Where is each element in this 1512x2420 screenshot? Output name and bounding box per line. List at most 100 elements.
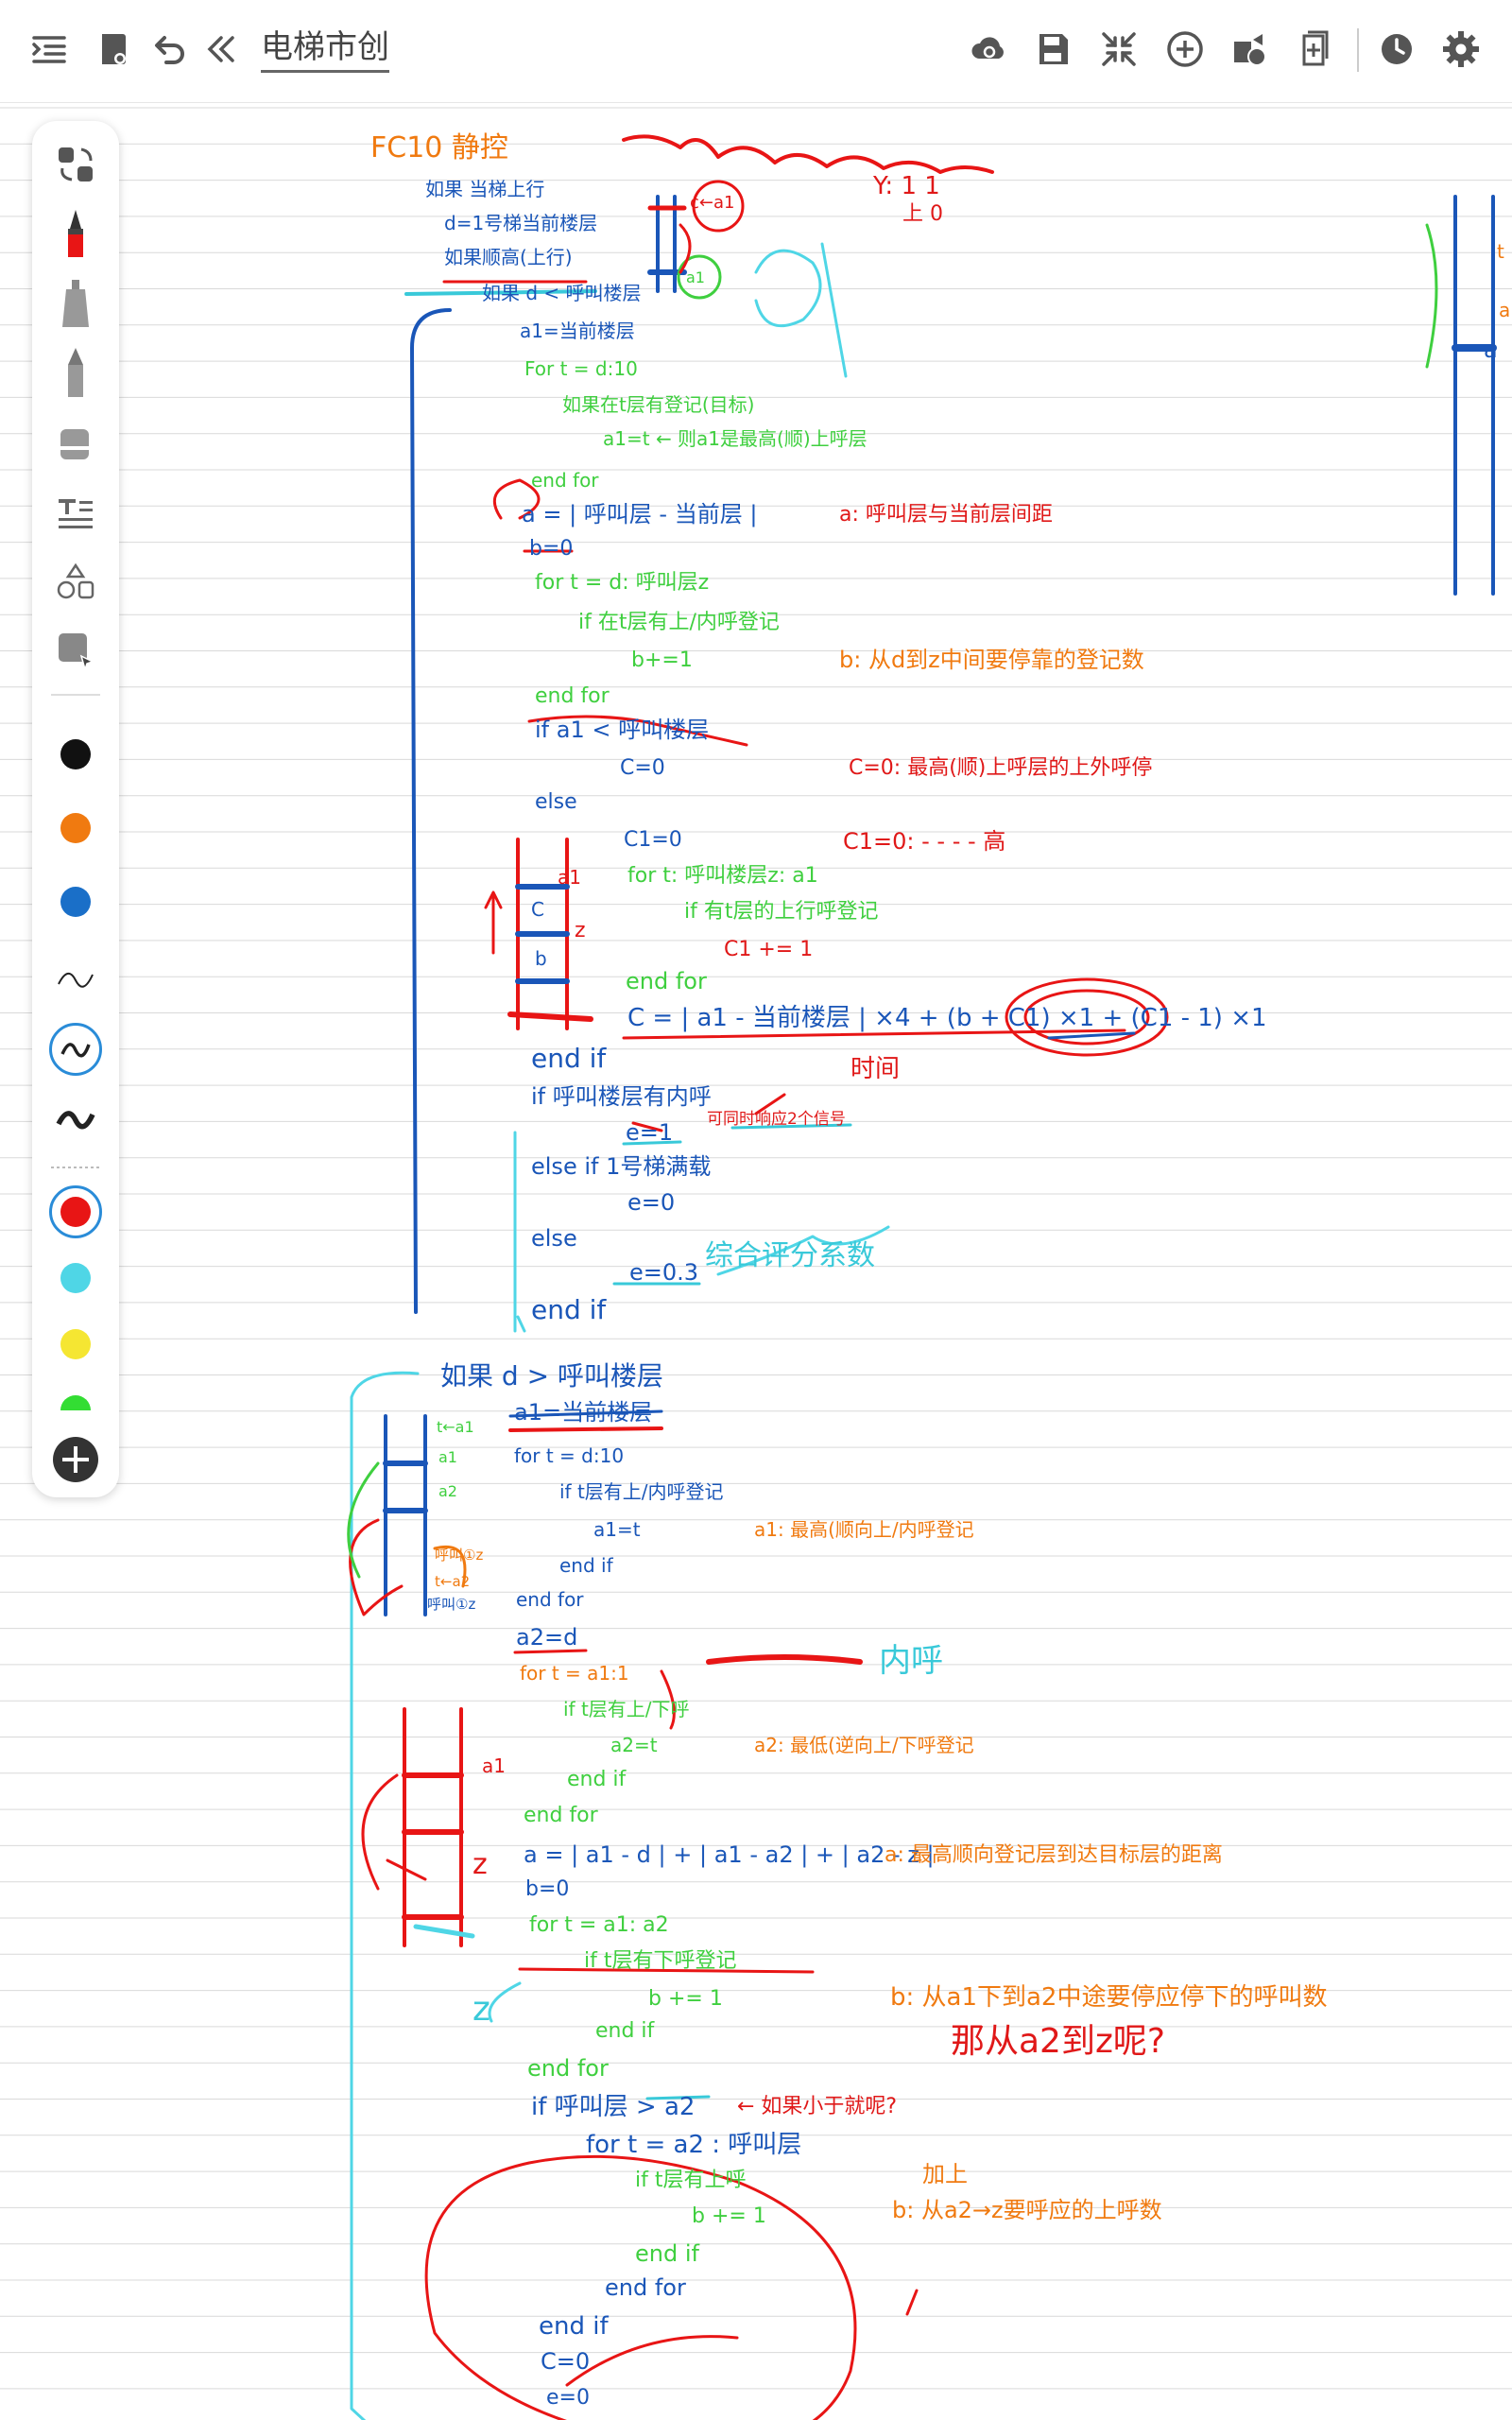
section-heading: FC10 静控	[370, 131, 508, 164]
pencil-icon[interactable]	[47, 346, 104, 403]
note-line: if t层有上/内呼登记	[559, 1480, 724, 1503]
diagram-label: a1	[438, 1448, 457, 1466]
note-line: 加上	[922, 2161, 968, 2187]
share-icon[interactable]	[1223, 23, 1276, 76]
note-line: if 有t层的上行呼登记	[684, 900, 879, 924]
color-orange[interactable]	[60, 813, 91, 843]
note-line: C1=0: - - - - 高	[843, 828, 1006, 855]
note-line: else	[531, 1225, 577, 1252]
color-green[interactable]	[60, 1395, 91, 1410]
note-line: if a1 < 呼叫楼层	[535, 717, 710, 743]
note-line: a2=d	[516, 1624, 578, 1651]
diagram-label: c←a1	[690, 193, 735, 213]
diagram-label: 呼叫①z	[427, 1596, 476, 1613]
text-icon[interactable]	[47, 486, 104, 543]
note-line: end if	[567, 1768, 627, 1791]
add-page-icon[interactable]	[1159, 23, 1211, 76]
note-line: end for	[524, 1804, 598, 1827]
note-line: for t = a1: a2	[529, 1913, 669, 1937]
note-line: if t层有上呼	[635, 2169, 747, 2192]
note-line: b+=1	[631, 648, 693, 672]
diagram-label: t←a1	[437, 1418, 474, 1436]
note-line: end for	[535, 684, 610, 708]
section-heading: 如果 d > 呼叫楼层	[440, 1360, 663, 1392]
export-icon[interactable]	[1289, 23, 1342, 76]
note-line: for t: 呼叫楼层z: a1	[627, 864, 818, 888]
note-line: end if	[531, 1043, 607, 1074]
note-line: end for	[626, 968, 707, 994]
note-line: a2: 最低(逆向上/下呼登记	[754, 1734, 974, 1756]
diagram-label: z	[472, 1848, 488, 1881]
history-icon[interactable]	[1370, 23, 1423, 76]
pen-size-thin-icon[interactable]	[47, 951, 104, 1008]
note-line: a = | 呼叫层 - 当前层 |	[522, 501, 758, 527]
note-line: 如果 d < 呼叫楼层	[482, 282, 642, 304]
diagram-label: z	[472, 1990, 490, 2029]
lasso-icon[interactable]	[47, 136, 104, 193]
pen-size-thick-icon[interactable]	[47, 1091, 104, 1148]
shapes-icon[interactable]	[47, 554, 104, 611]
color-blue[interactable]	[60, 887, 91, 917]
cloud-sync-icon[interactable]	[962, 23, 1015, 76]
note-line: 那从a2到z呢?	[951, 2022, 1165, 2061]
note-line: a1: 最高(顺向上/内呼登记	[754, 1518, 974, 1541]
note-line: 如果 当梯上行	[425, 178, 545, 200]
color-cyan[interactable]	[60, 1263, 91, 1293]
palette-divider	[51, 694, 100, 696]
diagram-label: a1	[558, 866, 581, 889]
sidebar-toggle-icon[interactable]	[23, 23, 76, 76]
note-line: end if	[595, 2019, 655, 2043]
diagram-label: 呼叫①z	[435, 1547, 484, 1564]
diagram-label: a	[1499, 299, 1511, 321]
color-red[interactable]	[60, 1197, 91, 1227]
pen-size-medium-icon[interactable]	[47, 1021, 104, 1078]
note-line: for t = a2 : 呼叫层	[586, 2131, 802, 2159]
diagram-label: t	[1497, 240, 1504, 263]
note-line: e=1	[626, 1119, 674, 1146]
title-scribble	[622, 134, 994, 174]
note-line: end if	[559, 1554, 613, 1577]
highlighter-icon[interactable]	[47, 276, 104, 333]
note-line: 如果在t层有登记(目标)	[562, 393, 755, 416]
note-line: 可同时响应2个信号	[707, 1110, 846, 1129]
note-line: C=0	[620, 756, 665, 780]
palette-divider	[51, 1167, 100, 1168]
note-line: for t = d:10	[514, 1444, 625, 1467]
settings-icon[interactable]	[1435, 23, 1487, 76]
note-line: e=0	[546, 2386, 590, 2410]
note-line: b=0	[525, 1877, 570, 1901]
note-line: end if	[539, 2312, 609, 2341]
note-line: end if	[531, 1294, 607, 1325]
diagram-label: C	[531, 898, 544, 921]
diagram-label: t←a2	[435, 1573, 471, 1590]
note-line: C1=0	[624, 828, 682, 852]
note-line: 综合评分系数	[705, 1239, 875, 1272]
note-line: Y: 1 1	[873, 172, 940, 200]
select-icon[interactable]	[47, 622, 104, 679]
note-line: b: 从a2→z要呼应的上呼数	[892, 2197, 1162, 2223]
note-line: if 呼叫层 > a2	[531, 2093, 696, 2121]
note-line: 如果顺高(上行)	[444, 246, 573, 268]
diagram-label: a2	[438, 1482, 457, 1500]
color-black[interactable]	[60, 739, 91, 769]
note-line: b: 从a1下到a2中途要停应停下的呼叫数	[890, 1983, 1328, 2012]
note-line: 内呼	[879, 1642, 943, 1680]
undo-icon[interactable]	[142, 23, 195, 76]
note-line: if t层有上/下呼	[563, 1698, 690, 1720]
add-color-icon[interactable]	[47, 1431, 104, 1488]
eraser-icon[interactable]	[47, 416, 104, 473]
formula-a: a = | a1 - d | + | a1 - a2 | + | a2 - z …	[524, 1841, 935, 1868]
save-icon[interactable]	[1026, 23, 1079, 76]
collapse-icon[interactable]	[195, 23, 248, 76]
formula-c: C = | a1 - 当前楼层 | ×4 + (b + C1) ×1 + (C1…	[627, 1004, 1267, 1032]
color-yellow[interactable]	[60, 1329, 91, 1359]
fountain-pen-icon[interactable]	[47, 206, 104, 263]
note-line: if 呼叫楼层有内呼	[531, 1083, 712, 1110]
note-canvas[interactable]: FC10 静控 如果 当梯上行 d=1号梯当前楼层 如果顺高(上行) 如果 d …	[0, 102, 1512, 2420]
note-line: b += 1	[692, 2204, 766, 2228]
note-line: b: 从d到z中间要停靠的登记数	[839, 647, 1144, 673]
notebook-icon[interactable]	[87, 23, 140, 76]
notebook-title[interactable]: 电梯市创	[261, 28, 389, 73]
note-line: b += 1	[648, 1987, 723, 2011]
shrink-icon[interactable]	[1092, 23, 1145, 76]
